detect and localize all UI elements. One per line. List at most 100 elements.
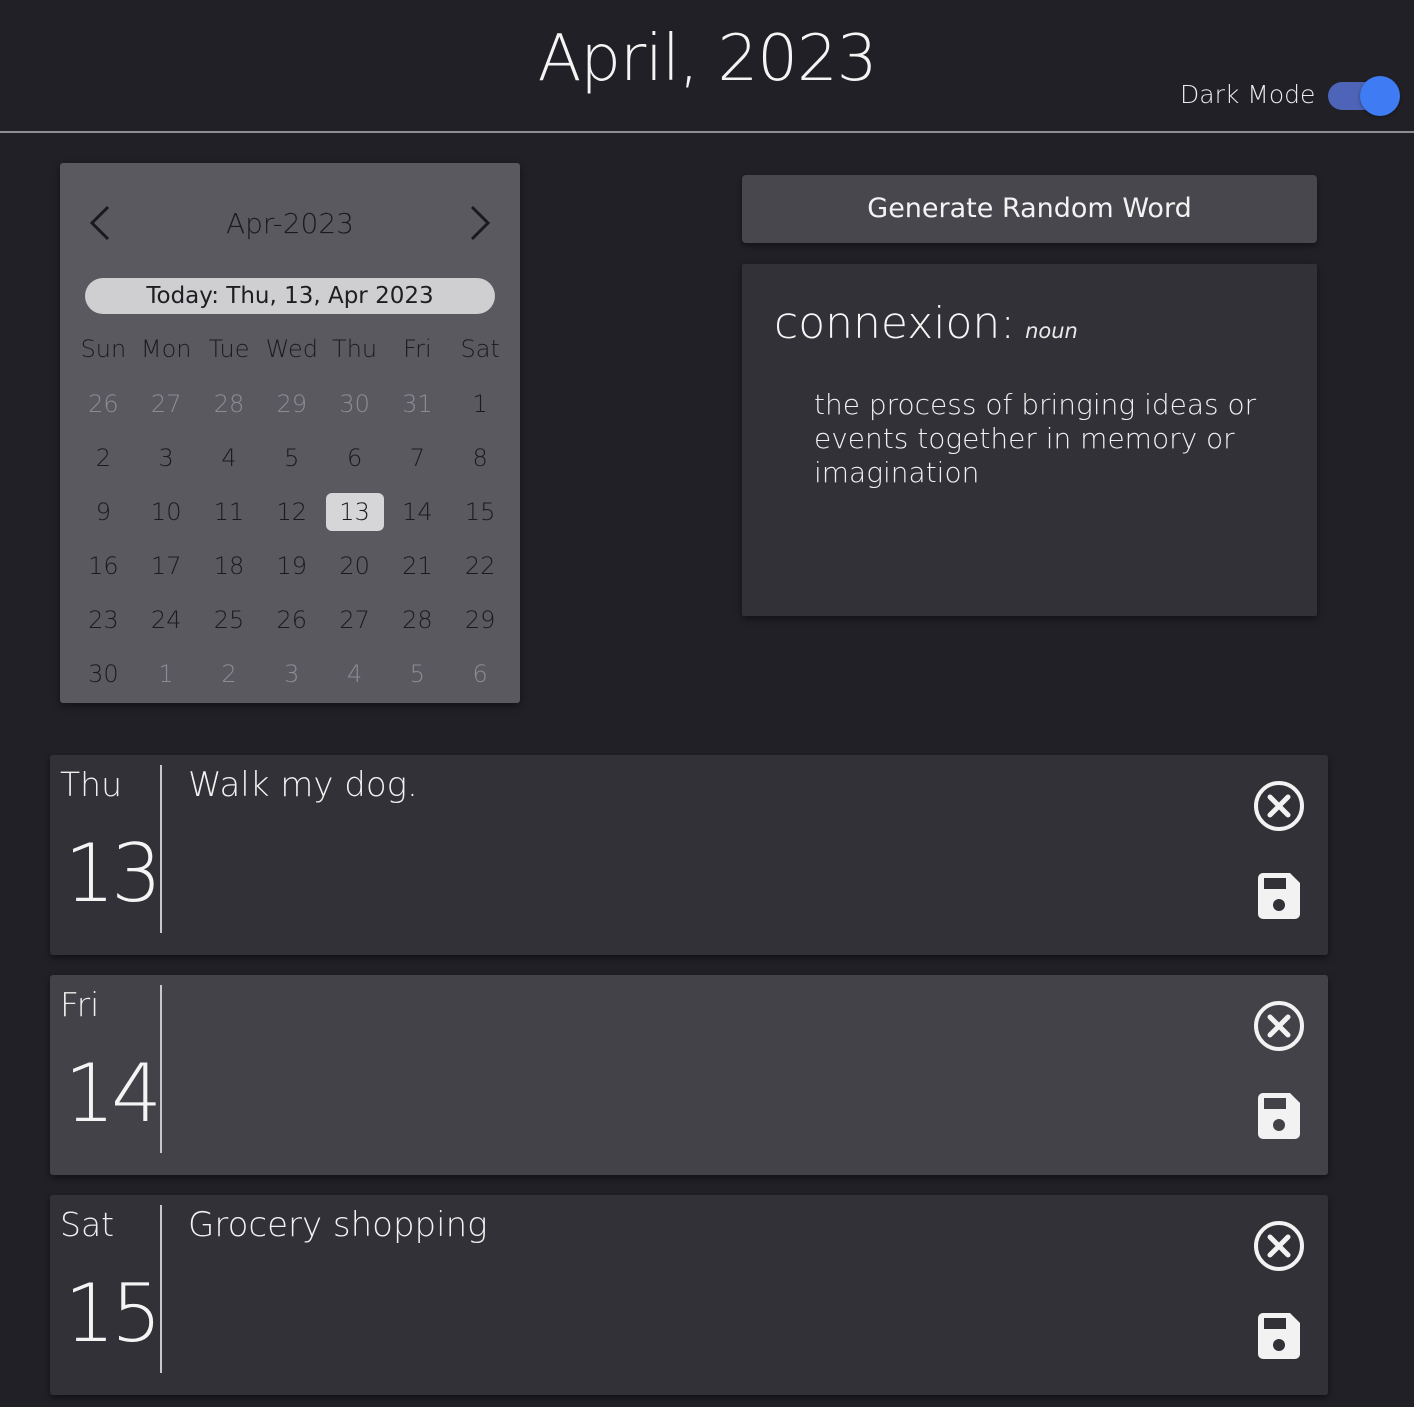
- day-number: 14: [64, 1047, 162, 1140]
- day-divider: [160, 1205, 162, 1373]
- calendar-day[interactable]: 28: [386, 600, 449, 640]
- calendar-day[interactable]: 18: [198, 546, 261, 586]
- calendar-day[interactable]: 10: [135, 492, 198, 532]
- calendar-week: 26 27 28 29 30 31 1: [72, 377, 512, 431]
- calendar-day[interactable]: 29: [449, 600, 512, 640]
- day-row: Sat 15 Grocery shopping: [50, 1195, 1328, 1395]
- calendar-day[interactable]: 15: [449, 492, 512, 532]
- toggle-knob: [1360, 76, 1400, 116]
- word-text: connexion:: [774, 298, 1016, 349]
- calendar-day[interactable]: 14: [386, 492, 449, 532]
- weekday-header: Sun Mon Tue Wed Thu Fri Sat: [72, 335, 512, 363]
- calendar-day[interactable]: 19: [260, 546, 323, 586]
- calendar-week: 30 1 2 3 4 5 6: [72, 647, 512, 701]
- calendar-day[interactable]: 27: [323, 600, 386, 640]
- calendar-day[interactable]: 20: [323, 546, 386, 586]
- calendar-day[interactable]: 28: [198, 384, 261, 424]
- calendar-day[interactable]: 22: [449, 546, 512, 586]
- calendar: Apr-2023 Today: Thu, 13, Apr 2023 Sun Mo…: [60, 163, 520, 703]
- save-note-button[interactable]: [1250, 1087, 1308, 1145]
- weekday-label: Tue: [208, 335, 250, 363]
- calendar-day[interactable]: 4: [323, 654, 386, 694]
- close-circle-icon: [1254, 1221, 1304, 1271]
- day-note-input[interactable]: Grocery shopping: [188, 1205, 1208, 1373]
- planner-page: April, 2023 Dark Mode Apr-2023 Today: Th…: [0, 0, 1414, 1407]
- calendar-day[interactable]: 27: [135, 384, 198, 424]
- close-circle-icon: [1254, 1001, 1304, 1051]
- part-of-speech: noun: [1025, 319, 1078, 343]
- calendar-day[interactable]: 1: [449, 384, 512, 424]
- calendar-day[interactable]: 17: [135, 546, 198, 586]
- calendar-day[interactable]: 7: [386, 438, 449, 478]
- day-note-input[interactable]: [188, 985, 1208, 1153]
- chevron-right-icon: [470, 205, 491, 241]
- calendar-day[interactable]: 4: [198, 438, 261, 478]
- day-number: 15: [64, 1267, 162, 1360]
- day-name: Fri: [60, 985, 100, 1024]
- save-note-button[interactable]: [1250, 867, 1308, 925]
- day-divider: [160, 985, 162, 1153]
- calendar-day[interactable]: 5: [260, 438, 323, 478]
- dark-mode-toggle[interactable]: [1328, 76, 1400, 116]
- weekday-label: Sun: [80, 335, 127, 363]
- calendar-day[interactable]: 3: [135, 438, 198, 478]
- day-divider: [160, 765, 162, 933]
- calendar-day[interactable]: 8: [449, 438, 512, 478]
- generate-random-word-button[interactable]: Generate Random Word: [742, 175, 1317, 243]
- calendar-day[interactable]: 6: [323, 438, 386, 478]
- weekday-label: Sat: [460, 335, 500, 363]
- weekday-label: Mon: [140, 335, 192, 363]
- calendar-day[interactable]: 21: [386, 546, 449, 586]
- day-name: Thu: [60, 765, 122, 804]
- dark-mode-label: Dark Mode: [1180, 80, 1316, 109]
- calendar-day[interactable]: 2: [198, 654, 261, 694]
- calendar-month-label: Apr-2023: [225, 207, 354, 240]
- calendar-day[interactable]: 29: [260, 384, 323, 424]
- calendar-week: 2 3 4 5 6 7 8: [72, 431, 512, 485]
- calendar-week: 16 17 18 19 20 21 22: [72, 539, 512, 593]
- calendar-day[interactable]: 16: [72, 546, 135, 586]
- calendar-week: 23 24 25 26 27 28 29: [72, 593, 512, 647]
- word-heading: connexion: noun: [774, 298, 1078, 349]
- header: April, 2023 Dark Mode: [0, 0, 1414, 133]
- floppy-disk-icon: [1258, 1313, 1300, 1359]
- floppy-disk-icon: [1258, 1093, 1300, 1139]
- calendar-grid: Sun Mon Tue Wed Thu Fri Sat 26 27 28 29 …: [72, 335, 512, 701]
- weekday-label: Thu: [332, 335, 378, 363]
- day-row: Thu 13 Walk my dog.: [50, 755, 1328, 955]
- calendar-day[interactable]: 11: [198, 492, 261, 532]
- today-button[interactable]: Today: Thu, 13, Apr 2023: [85, 278, 495, 314]
- calendar-day[interactable]: 30: [72, 654, 135, 694]
- weekday-label: Wed: [265, 335, 318, 363]
- calendar-day[interactable]: 24: [135, 600, 198, 640]
- save-note-button[interactable]: [1250, 1307, 1308, 1365]
- next-month-button[interactable]: [460, 201, 500, 245]
- calendar-day-selected[interactable]: 13: [323, 492, 386, 532]
- clear-note-button[interactable]: [1250, 777, 1308, 835]
- weekday-label: Fri: [403, 335, 432, 363]
- close-circle-icon: [1254, 781, 1304, 831]
- floppy-disk-icon: [1258, 873, 1300, 919]
- calendar-day[interactable]: 12: [260, 492, 323, 532]
- day-name: Sat: [60, 1205, 115, 1244]
- calendar-day[interactable]: 23: [72, 600, 135, 640]
- word-card: connexion: noun the process of bringing i…: [742, 264, 1317, 616]
- word-definition: the process of bringing ideas or events …: [814, 388, 1257, 489]
- clear-note-button[interactable]: [1250, 997, 1308, 1055]
- calendar-day[interactable]: 31: [386, 384, 449, 424]
- calendar-day[interactable]: 1: [135, 654, 198, 694]
- calendar-day[interactable]: 3: [260, 654, 323, 694]
- calendar-day[interactable]: 26: [72, 384, 135, 424]
- calendar-day[interactable]: 9: [72, 492, 135, 532]
- calendar-day[interactable]: 30: [323, 384, 386, 424]
- calendar-day[interactable]: 2: [72, 438, 135, 478]
- day-number: 13: [64, 827, 162, 920]
- calendar-day[interactable]: 25: [198, 600, 261, 640]
- calendar-day[interactable]: 6: [449, 654, 512, 694]
- day-note-input[interactable]: Walk my dog.: [188, 765, 1208, 933]
- day-row: Fri 14: [50, 975, 1328, 1175]
- clear-note-button[interactable]: [1250, 1217, 1308, 1275]
- calendar-week: 9 10 11 12 13 14 15: [72, 485, 512, 539]
- calendar-day[interactable]: 26: [260, 600, 323, 640]
- calendar-day[interactable]: 5: [386, 654, 449, 694]
